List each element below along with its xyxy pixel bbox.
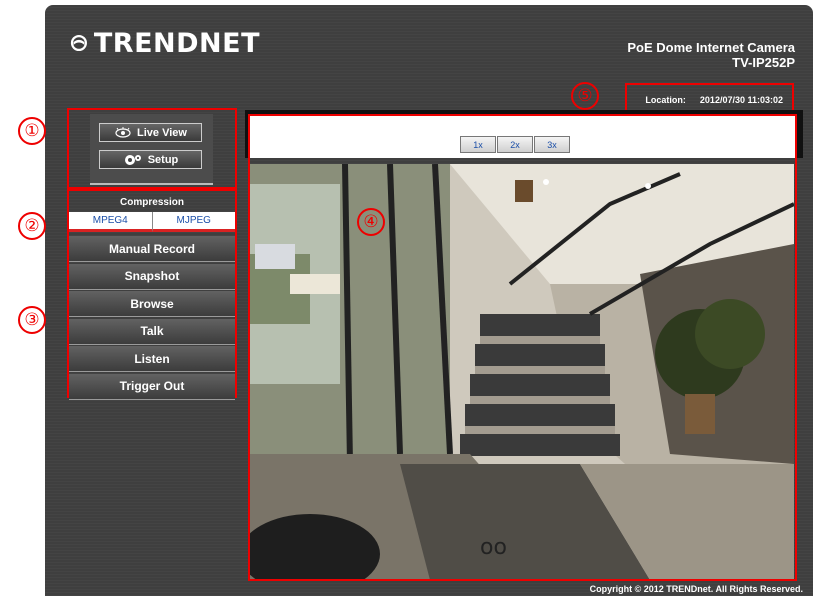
- annotation-1: ①: [18, 117, 46, 145]
- setup-label: Setup: [147, 153, 179, 166]
- annotation-2: ②: [18, 212, 46, 240]
- annotation-box-4: [248, 114, 797, 581]
- product-header: PoE Dome Internet Camera TV-IP252P: [627, 40, 795, 70]
- compression-option-mjpeg[interactable]: MJPEG: [151, 212, 235, 232]
- talk-button[interactable]: Talk: [69, 318, 235, 345]
- annotation-4: ④: [357, 208, 385, 236]
- annotation-3: ③: [18, 306, 46, 334]
- manual-record-button[interactable]: Manual Record: [69, 236, 235, 262]
- trigger-out-button[interactable]: Trigger Out: [69, 373, 235, 400]
- action-menu: Manual Record Snapshot Browse Talk Liste…: [69, 236, 235, 402]
- product-model: TV-IP252P: [732, 55, 795, 70]
- timestamp: 2012/07/30 11:03:02: [699, 95, 783, 105]
- live-view-label: Live View: [137, 126, 187, 139]
- compression-option-mpeg4[interactable]: MPEG4: [69, 212, 152, 232]
- live-view-button[interactable]: Live View: [99, 123, 202, 142]
- trendnet-logo-icon: [70, 34, 87, 52]
- annotation-5: ⑤: [571, 82, 599, 110]
- listen-button[interactable]: Listen: [69, 346, 235, 373]
- brand-logo: TRENDNET: [70, 22, 260, 64]
- gears-icon: [124, 154, 141, 165]
- eye-icon: [115, 126, 131, 138]
- view-panel: Live View Setup: [90, 114, 213, 185]
- setup-button[interactable]: Setup: [99, 150, 202, 169]
- compression-title: Compression: [120, 197, 184, 208]
- brand-wordmark: TRENDNET: [93, 27, 260, 59]
- snapshot-button[interactable]: Snapshot: [69, 263, 235, 290]
- compression-options: MPEG4 MJPEG: [69, 212, 235, 232]
- location-label: Location:: [645, 95, 686, 105]
- product-title: PoE Dome Internet Camera: [627, 40, 795, 55]
- copyright-footer: Copyright © 2012 TRENDnet. All Rights Re…: [589, 584, 803, 594]
- browse-button[interactable]: Browse: [69, 291, 235, 318]
